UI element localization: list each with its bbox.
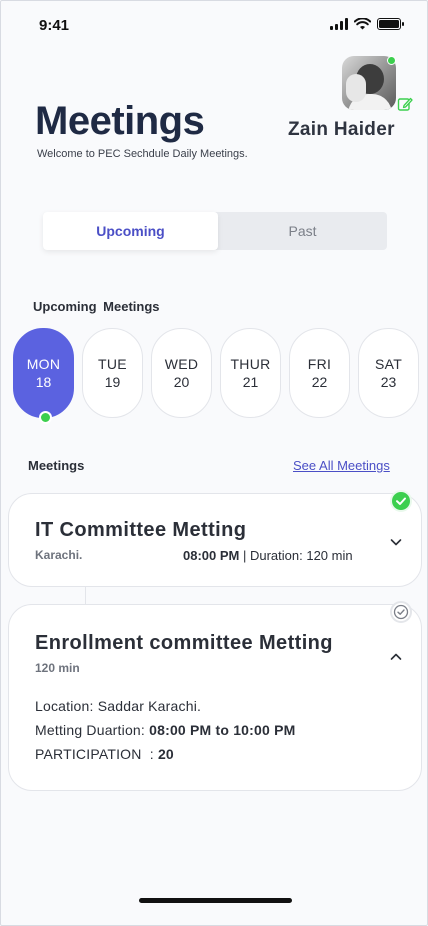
day-pill-thur[interactable]: THUR 21 [220, 328, 281, 418]
check-circle-icon [390, 490, 412, 512]
chevron-up-icon[interactable] [389, 650, 403, 664]
meeting-duration-detail: Metting Duartion: 08:00 PM to 10:00 PM [35, 722, 296, 738]
page-subtitle: Welcome to PEC Sechdule Daily Meetings. [37, 148, 248, 160]
meeting-title: IT Committee Metting [35, 519, 247, 541]
day-pill-sat[interactable]: SAT 23 [358, 328, 419, 418]
day-pill-tue[interactable]: TUE 19 [82, 328, 143, 418]
status-bar: 9:41 [1, 1, 427, 51]
day-name: TUE [98, 356, 127, 372]
meeting-start-time: 08:00 PM [183, 548, 240, 563]
status-time: 9:41 [39, 17, 70, 34]
meeting-location: Location: Saddar Karachi. [35, 698, 202, 714]
card-connector-line [85, 587, 86, 604]
day-name: THUR [230, 356, 271, 372]
page-title: Meetings [35, 99, 205, 143]
day-pill-wed[interactable]: WED 20 [151, 328, 212, 418]
meeting-duration-short: 120 min [35, 661, 80, 675]
participation-label: PARTICIPATION : [35, 746, 158, 762]
edit-pencil-icon[interactable] [397, 96, 413, 112]
home-indicator[interactable] [139, 898, 292, 903]
meeting-title: Enrollment committee Metting [35, 632, 333, 654]
meeting-card-expanded[interactable]: Enrollment committee Metting 120 min Loc… [8, 604, 422, 791]
day-number: 19 [104, 374, 121, 390]
duration-label: Metting Duartion: [35, 722, 150, 738]
day-number: 21 [242, 374, 259, 390]
meeting-participation: PARTICIPATION : 20 [35, 746, 174, 762]
chevron-down-icon[interactable] [389, 535, 403, 549]
see-all-meetings-link[interactable]: See All Meetings [293, 458, 390, 473]
meeting-city: Karachi. [35, 548, 83, 562]
battery-icon [377, 18, 404, 30]
tab-past[interactable]: Past [218, 212, 387, 250]
tab-upcoming[interactable]: Upcoming [43, 212, 218, 250]
day-number: 18 [35, 374, 52, 390]
day-name: MON [26, 356, 61, 372]
duration-value: 08:00 PM to 10:00 PM [149, 722, 296, 738]
wifi-icon [354, 18, 371, 30]
status-icons [330, 18, 404, 30]
day-number: 22 [311, 374, 328, 390]
phone-screen: 9:41 Meetings Welcome to PEC Sechdule Da… [0, 0, 428, 926]
meetings-heading: Meetings [28, 458, 85, 473]
online-status-dot [387, 56, 396, 65]
check-circle-outline-icon [390, 601, 412, 623]
day-name: FRI [307, 356, 332, 372]
day-number: 20 [173, 374, 190, 390]
meeting-duration: | Duration: 120 min [239, 548, 353, 563]
meeting-time: 08:00 PM | Duration: 120 min [183, 548, 353, 563]
participation-value: 20 [157, 746, 174, 762]
meeting-tabs: Upcoming Past [43, 212, 387, 250]
day-number: 23 [380, 374, 397, 390]
day-name: SAT [374, 356, 403, 372]
user-name: Zain Haider [288, 119, 395, 140]
upcoming-meetings-heading: Upcoming Meetings [33, 299, 160, 314]
cellular-signal-icon [330, 18, 348, 30]
day-selector: MON 18 TUE 19 WED 20 THUR 21 FRI 22 SAT … [13, 328, 427, 424]
day-pill-mon[interactable]: MON 18 [13, 328, 74, 424]
selected-day-dot [39, 411, 52, 424]
meeting-card[interactable]: IT Committee Metting Karachi. 08:00 PM |… [8, 493, 422, 587]
day-name: WED [164, 356, 199, 372]
day-pill-fri[interactable]: FRI 22 [289, 328, 350, 418]
